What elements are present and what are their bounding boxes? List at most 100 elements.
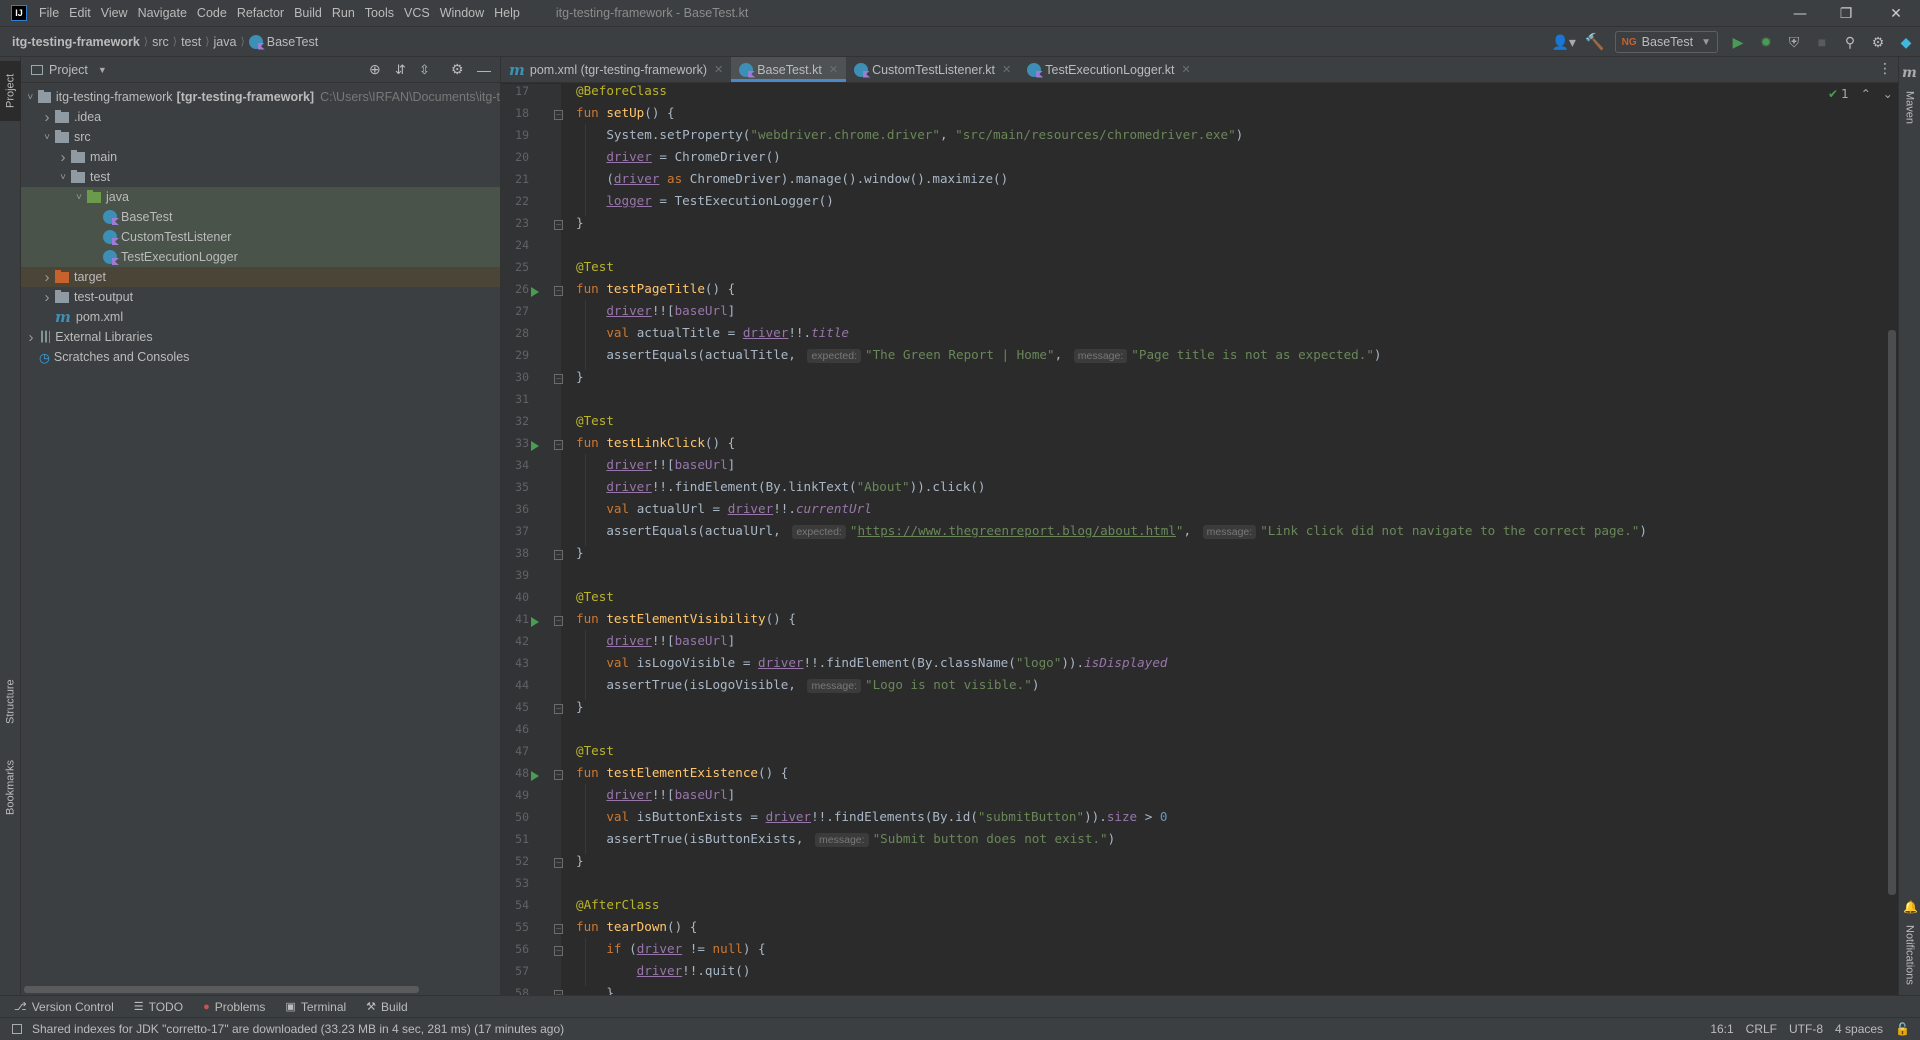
run-test-icon[interactable] — [531, 287, 539, 297]
close-tab-icon[interactable]: ✕ — [714, 63, 723, 76]
next-highlight-icon[interactable]: ⌄ — [1883, 87, 1893, 101]
close-tab-icon[interactable]: ✕ — [1182, 63, 1191, 76]
chevron-down-icon[interactable]: ▼ — [98, 65, 107, 75]
close-tab-icon[interactable]: ✕ — [1002, 63, 1011, 76]
tree-item[interactable]: › target — [21, 267, 500, 287]
tool-window-build[interactable]: ⚒ Build — [366, 1000, 408, 1014]
previous-highlight-icon[interactable]: ⌃ — [1861, 87, 1871, 101]
stop-icon[interactable]: ■ — [1811, 31, 1833, 53]
expand-all-icon[interactable]: ⇵ — [395, 62, 406, 78]
breadcrumb-java[interactable]: java — [214, 35, 237, 49]
tree-item[interactable]: › main — [21, 147, 500, 167]
locate-file-icon[interactable]: ⊕ — [369, 61, 381, 78]
inspection-widget[interactable]: ✔ 1 ⌃ ⌄ — [1828, 87, 1893, 101]
chevron-right-icon[interactable]: › — [39, 109, 55, 126]
chevron-right-icon[interactable]: › — [39, 289, 55, 306]
chevron-down-icon[interactable]: ˅ — [23, 92, 38, 103]
tool-window-terminal[interactable]: ▣ Terminal — [285, 1000, 346, 1014]
caret-position[interactable]: 16:1 — [1710, 1022, 1733, 1036]
intellij-logo-icon[interactable]: IJ — [11, 5, 27, 21]
collapse-all-icon[interactable]: ⇳ — [419, 62, 430, 78]
run-configuration-selector[interactable]: NG BaseTest ▼ — [1614, 31, 1718, 53]
lock-open-icon[interactable]: 🔓 — [1895, 1022, 1910, 1036]
editor-tab[interactable]: CustomTestListener.kt ✕ — [846, 57, 1019, 82]
project-view-selector[interactable]: Project — [49, 63, 88, 77]
tabs-more-icon[interactable]: ⋮ — [1878, 61, 1892, 77]
line-separator[interactable]: CRLF — [1746, 1022, 1777, 1036]
debug-icon[interactable]: ✹ — [1755, 31, 1777, 53]
tree-item[interactable]: ˅ itg-testing-framework [tgr-testing-frame… — [21, 87, 500, 107]
project-tool-tab[interactable]: Project — [0, 61, 21, 121]
tool-window-todo[interactable]: ☰ TODO — [134, 1000, 183, 1014]
notifications-bell-icon[interactable]: 🔔 — [1903, 900, 1918, 914]
code-view[interactable]: @BeforeClass fun setUp() { System.setProp… — [561, 84, 1898, 995]
menu-file[interactable]: File — [39, 6, 59, 20]
menu-refactor[interactable]: Refactor — [237, 6, 284, 20]
panel-settings-gear-icon[interactable]: ⚙ — [451, 61, 464, 78]
tree-item[interactable]: BaseTest — [21, 207, 500, 227]
bookmarks-tool-tab[interactable]: Bookmarks — [0, 747, 21, 827]
project-horizontal-scrollbar[interactable] — [24, 986, 419, 993]
tree-item[interactable]: ˅ test — [21, 167, 500, 187]
run-test-icon[interactable] — [531, 771, 539, 781]
breadcrumb-basetest[interactable]: BaseTest — [248, 34, 318, 49]
tree-item[interactable]: › test-output — [21, 287, 500, 307]
structure-tool-tab[interactable]: Structure — [0, 667, 21, 737]
tree-item[interactable]: CustomTestListener — [21, 227, 500, 247]
file-encoding[interactable]: UTF-8 — [1789, 1022, 1823, 1036]
tree-item[interactable]: ◷ Scratches and Consoles — [21, 347, 500, 367]
account-icon[interactable]: 👤▾ — [1550, 31, 1578, 53]
menu-edit[interactable]: Edit — [69, 6, 91, 20]
run-icon[interactable]: ▶ — [1727, 31, 1749, 53]
chevron-right-icon[interactable]: › — [23, 329, 39, 346]
chevron-down-icon[interactable]: ˅ — [39, 132, 55, 143]
tree-item[interactable]: ˅ java — [21, 187, 500, 207]
menu-window[interactable]: Window — [440, 6, 484, 20]
chevron-right-icon[interactable]: › — [55, 149, 71, 166]
menu-vcs[interactable]: VCS — [404, 6, 430, 20]
menu-tools[interactable]: Tools — [365, 6, 394, 20]
close-tab-icon[interactable]: ✕ — [829, 63, 838, 76]
chevron-down-icon[interactable]: ˅ — [55, 172, 71, 183]
line-number: 36 — [515, 502, 529, 516]
editor-tab[interactable]: BaseTest.kt ✕ — [731, 57, 847, 82]
menu-navigate[interactable]: Navigate — [138, 6, 187, 20]
notifications-tool-tab[interactable]: Notifications — [1899, 917, 1920, 992]
tree-item[interactable]: › ┃┃│ External Libraries — [21, 327, 500, 347]
breadcrumb-src[interactable]: src — [152, 35, 169, 49]
minimize-button[interactable]: — — [1777, 0, 1823, 27]
close-window-button[interactable]: ✕ — [1873, 0, 1919, 27]
run-with-coverage-icon[interactable]: ⛨ — [1783, 31, 1805, 53]
editor-tab[interactable]: m pom.xml (tgr-testing-framework) ✕ — [501, 57, 731, 82]
run-test-icon[interactable] — [531, 617, 539, 627]
run-test-icon[interactable] — [531, 441, 539, 451]
tool-window-problems[interactable]: ● Problems — [203, 1000, 265, 1014]
menu-view[interactable]: View — [101, 6, 128, 20]
tree-item[interactable]: ˅ src — [21, 127, 500, 147]
toggle-tool-windows-icon[interactable] — [12, 1024, 22, 1034]
maven-tool-tab[interactable]: Maven — [1899, 83, 1920, 133]
editor-tab[interactable]: TestExecutionLogger.kt ✕ — [1019, 57, 1198, 82]
status-message[interactable]: Shared indexes for JDK "corretto-17" are… — [32, 1022, 564, 1036]
chevron-right-icon[interactable]: › — [39, 269, 55, 286]
indent-setting[interactable]: 4 spaces — [1835, 1022, 1883, 1036]
breadcrumb-test[interactable]: test — [181, 35, 201, 49]
tree-item[interactable]: › .idea — [21, 107, 500, 127]
jetbrains-toolbox-icon[interactable]: ◆ — [1895, 31, 1917, 53]
menu-build[interactable]: Build — [294, 6, 322, 20]
editor-vertical-scrollbar[interactable] — [1888, 330, 1896, 895]
search-icon[interactable]: ⚲ — [1839, 31, 1861, 53]
build-hammer-icon[interactable]: 🔨 — [1584, 31, 1606, 53]
tree-item[interactable]: m pom.xml — [21, 307, 500, 327]
menu-code[interactable]: Code — [197, 6, 227, 20]
restore-button[interactable]: ❐ — [1823, 0, 1869, 27]
breadcrumb-project[interactable]: itg-testing-framework — [12, 35, 140, 49]
tree-item[interactable]: TestExecutionLogger — [21, 247, 500, 267]
settings-gear-icon[interactable]: ⚙ — [1867, 31, 1889, 53]
maven-icon[interactable]: m — [1902, 65, 1917, 81]
menu-run[interactable]: Run — [332, 6, 355, 20]
tool-window-version-control[interactable]: ⎇ Version Control — [14, 1000, 114, 1014]
menu-help[interactable]: Help — [494, 6, 520, 20]
hide-panel-icon[interactable]: — — [477, 62, 491, 78]
chevron-down-icon[interactable]: ˅ — [71, 192, 87, 203]
